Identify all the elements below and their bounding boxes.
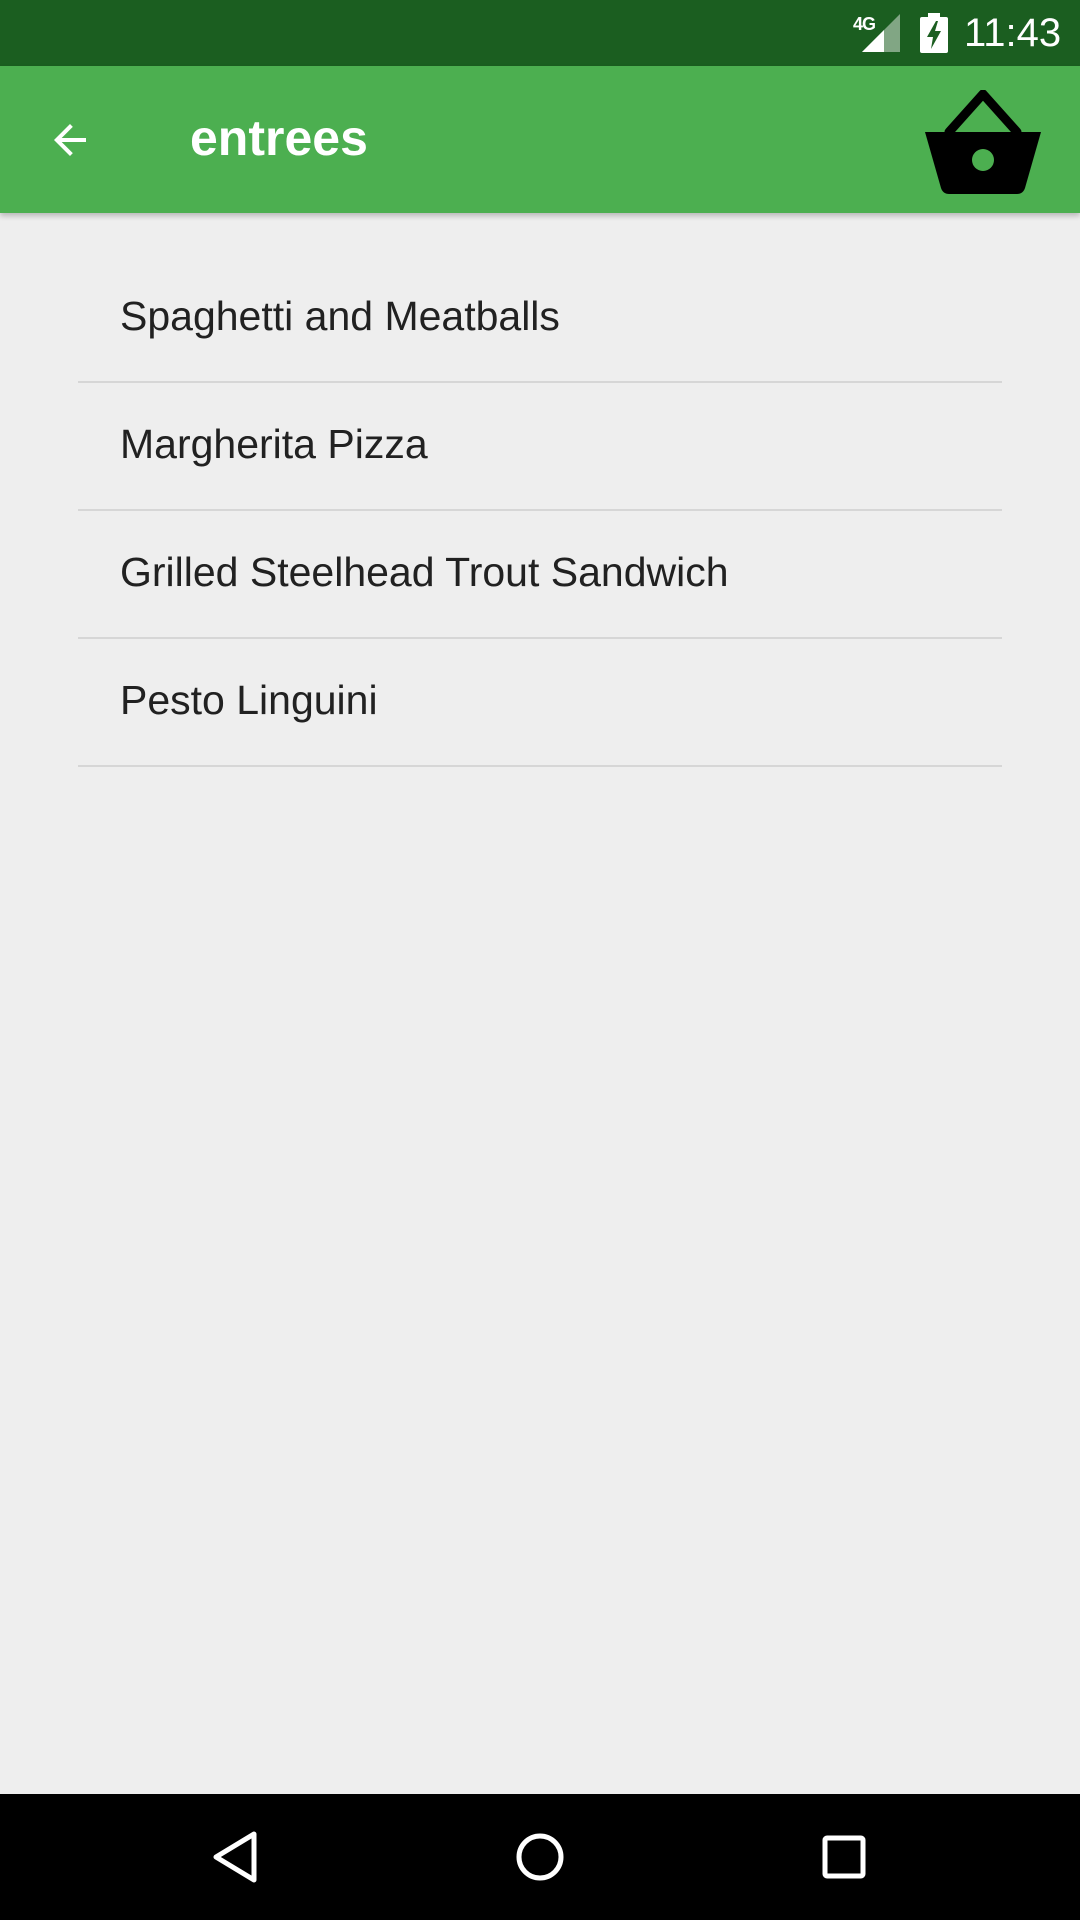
nav-back-button[interactable] — [196, 1817, 276, 1897]
shopping-basket-icon — [925, 90, 1041, 194]
list-item-label: Grilled Steelhead Trout Sandwich — [120, 548, 729, 595]
list-item-label: Pesto Linguini — [120, 676, 378, 723]
app-bar: entrees — [0, 66, 1080, 213]
list-item[interactable]: Margherita Pizza — [78, 383, 1002, 511]
navigation-bar — [0, 1794, 1080, 1920]
page-title: entrees — [190, 110, 368, 166]
cart-button[interactable] — [918, 82, 1048, 202]
list-item-label: Margherita Pizza — [120, 420, 428, 467]
recents-square-icon — [822, 1835, 866, 1879]
battery-charging-icon — [920, 13, 948, 53]
entrees-list: Spaghetti and Meatballs Margherita Pizza… — [78, 256, 1002, 767]
list-item-label: Spaghetti and Meatballs — [120, 293, 560, 339]
signal-icon — [862, 14, 900, 52]
clock: 11:43 — [964, 11, 1062, 55]
back-triangle-icon — [213, 1831, 257, 1883]
home-circle-icon — [516, 1833, 564, 1881]
arrow-back-icon — [54, 124, 86, 156]
back-button[interactable] — [32, 102, 108, 178]
list-item[interactable]: Grilled Steelhead Trout Sandwich — [78, 511, 1002, 639]
status-bar: 4G 11:43 — [0, 0, 1080, 66]
nav-recents-button[interactable] — [804, 1817, 884, 1897]
list-item[interactable]: Pesto Linguini — [78, 639, 1002, 767]
screen: 4G 11:43 entrees Spaghetti and Meatballs… — [0, 0, 1080, 1920]
list-item[interactable]: Spaghetti and Meatballs — [78, 256, 1002, 383]
nav-home-button[interactable] — [500, 1817, 580, 1897]
